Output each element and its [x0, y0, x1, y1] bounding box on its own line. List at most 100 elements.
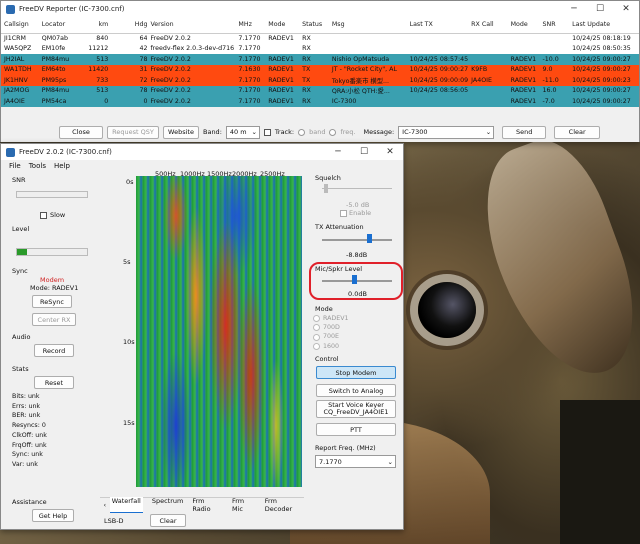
maximize-icon[interactable]: ☐ [587, 4, 613, 14]
table-cell: 7.1770 [235, 54, 266, 65]
table-cell: 42 [108, 43, 148, 54]
freq-radio[interactable] [329, 128, 337, 136]
column-header[interactable]: Locator [38, 17, 75, 34]
minimize-icon[interactable]: ─ [325, 147, 351, 157]
mic-level-slider-thumb[interactable] [352, 275, 357, 284]
slow-label: Slow [50, 211, 66, 219]
column-header[interactable]: Status [299, 17, 329, 34]
column-header[interactable]: Msg [328, 17, 407, 34]
mode-option[interactable]: RADEV1 [313, 314, 349, 323]
table-cell: RX [299, 33, 329, 44]
level-fill [17, 249, 27, 255]
squelch-slider-track[interactable] [322, 188, 392, 189]
voice-keyer-file: CQ_FreeDV_JA4OIE1 [323, 408, 389, 416]
resync-button[interactable]: ReSync [32, 295, 72, 308]
mic-level-slider-track[interactable] [322, 280, 392, 282]
table-row[interactable]: WA5QPZ EM10fe 11212 42 freedv-flex 2.0.3-dev… [1, 43, 639, 54]
photo-eye [418, 282, 476, 338]
waterfall-clear-button[interactable]: Clear [150, 514, 186, 527]
table-cell: QRA:小松 QTH:愛... [328, 85, 407, 96]
table-row[interactable]: JI1CRM QM07ab 840 64 FreeDV 2.0.2 7.1770 RADEV… [1, 33, 639, 44]
table-cell [468, 85, 508, 96]
get-help-button[interactable]: Get Help [32, 509, 74, 522]
maximize-icon[interactable]: ☐ [351, 147, 377, 157]
menu-file[interactable]: File [9, 162, 21, 170]
switch-analog-button[interactable]: Switch to Analog [316, 384, 396, 397]
tab-spectrum[interactable]: Spectrum [152, 497, 184, 513]
send-button[interactable]: Send [502, 125, 547, 139]
band-label: Band: [203, 128, 222, 136]
tx-attenuation-slider-thumb[interactable] [367, 234, 372, 243]
chevron-left-icon[interactable]: ‹ [100, 501, 110, 509]
table-cell: FreeDV 2.0.2 [147, 54, 236, 65]
band-select-value: 40 m [229, 128, 247, 136]
column-header[interactable]: Last Update [569, 17, 639, 34]
mode-option[interactable]: 700E [313, 332, 349, 341]
freq-radio-label: freq. [340, 128, 356, 136]
message-input[interactable]: IC-7300 ⌄ [398, 125, 495, 139]
squelch-enable-checkbox[interactable] [340, 210, 347, 217]
record-button[interactable]: Record [34, 344, 74, 357]
squelch-slider-thumb[interactable] [324, 184, 328, 193]
menu-tools[interactable]: Tools [29, 162, 46, 170]
close-icon[interactable]: ✕ [613, 4, 639, 14]
table-cell: PM54ca [38, 96, 75, 107]
table-cell: 10/24/25 09:00:09 [406, 75, 469, 86]
mode-radio[interactable] [313, 315, 320, 323]
table-row[interactable]: WA1TDH EM64to 11420 31 FreeDV 2.0.2 7.1630 RAD… [1, 64, 639, 75]
column-header[interactable]: Last TX [406, 17, 469, 34]
table-row[interactable]: JA2MOG PM84mu 513 78 FreeDV 2.0.2 7.1770 RADEV… [1, 85, 639, 96]
table-cell: JI1CRM [1, 33, 39, 44]
table-cell: RADEV1 [507, 54, 540, 65]
band-radio[interactable] [298, 128, 306, 136]
track-checkbox[interactable] [263, 128, 271, 136]
reset-button[interactable]: Reset [34, 376, 74, 389]
table-cell: 0 [74, 96, 109, 107]
tab-waterfall[interactable]: Waterfall [109, 496, 143, 513]
table-cell: Tokyo番楽市 横型... [328, 75, 407, 86]
column-header[interactable]: Version [147, 17, 236, 34]
mode-radio[interactable] [313, 333, 320, 341]
band-select[interactable]: 40 m ⌄ [225, 125, 260, 139]
tx-attenuation-slider-track[interactable] [322, 239, 392, 241]
tab-frm-radio[interactable]: Frm Radio [192, 497, 223, 513]
minimize-icon[interactable]: ─ [561, 4, 587, 14]
table-cell: 10/24/25 08:56:05 [406, 85, 469, 96]
close-button[interactable]: Close [59, 125, 103, 139]
table-cell: RADEV1 [507, 96, 540, 107]
mode-radio[interactable] [313, 342, 320, 350]
column-header[interactable]: Hdg [108, 17, 148, 34]
tab-frm-mic[interactable]: Frm Mic [232, 497, 256, 513]
stop-modem-button[interactable]: Stop Modem [316, 366, 396, 379]
table-cell: 16.0 [539, 85, 570, 96]
column-header[interactable]: Callsign [1, 17, 39, 34]
mode-option[interactable]: 700D [313, 323, 349, 332]
clear-button[interactable]: Clear [554, 125, 601, 139]
request-qsy-button[interactable]: Request QSY [107, 125, 159, 139]
column-header[interactable]: Mode [507, 17, 540, 34]
close-icon[interactable]: ✕ [377, 147, 403, 157]
column-header[interactable]: MHz [235, 17, 266, 34]
report-freq-select[interactable]: 7.1770 ⌄ [315, 455, 396, 468]
column-header[interactable]: Mode [265, 17, 300, 34]
column-header[interactable]: SNR [539, 17, 570, 34]
column-header[interactable]: RX Call [468, 17, 508, 34]
waterfall-display[interactable] [136, 176, 302, 487]
track-label: Track: [274, 128, 295, 136]
column-header[interactable]: km [74, 17, 109, 34]
slow-checkbox[interactable] [40, 212, 47, 219]
mode-option[interactable]: 1600 [313, 342, 349, 351]
time-tick: 15s [123, 419, 135, 427]
center-rx-button[interactable]: Center RX [32, 313, 76, 326]
table-cell: -11.0 [539, 75, 570, 86]
menu-help[interactable]: Help [54, 162, 70, 170]
table-row[interactable]: JK1HNV PM95ps 733 72 FreeDV 2.0.2 7.1770 RADEV… [1, 75, 639, 86]
table-row[interactable]: JH2IAL PM84mu 513 78 FreeDV 2.0.2 7.1770 RADEV… [1, 54, 639, 65]
tab-frm-decoder[interactable]: Frm Decoder [265, 497, 304, 513]
table-row[interactable]: JA4OIE PM54ca 0 0 FreeDV 2.0.2 7.1770 RADEV1 RX… [1, 96, 639, 107]
table-cell: 11212 [74, 43, 109, 54]
voice-keyer-button[interactable]: Start Voice Keyer CQ_FreeDV_JA4OIE1 [316, 400, 396, 418]
ptt-button[interactable]: PTT [316, 423, 396, 436]
mode-radio[interactable] [313, 324, 320, 332]
website-button[interactable]: Website [163, 125, 199, 139]
